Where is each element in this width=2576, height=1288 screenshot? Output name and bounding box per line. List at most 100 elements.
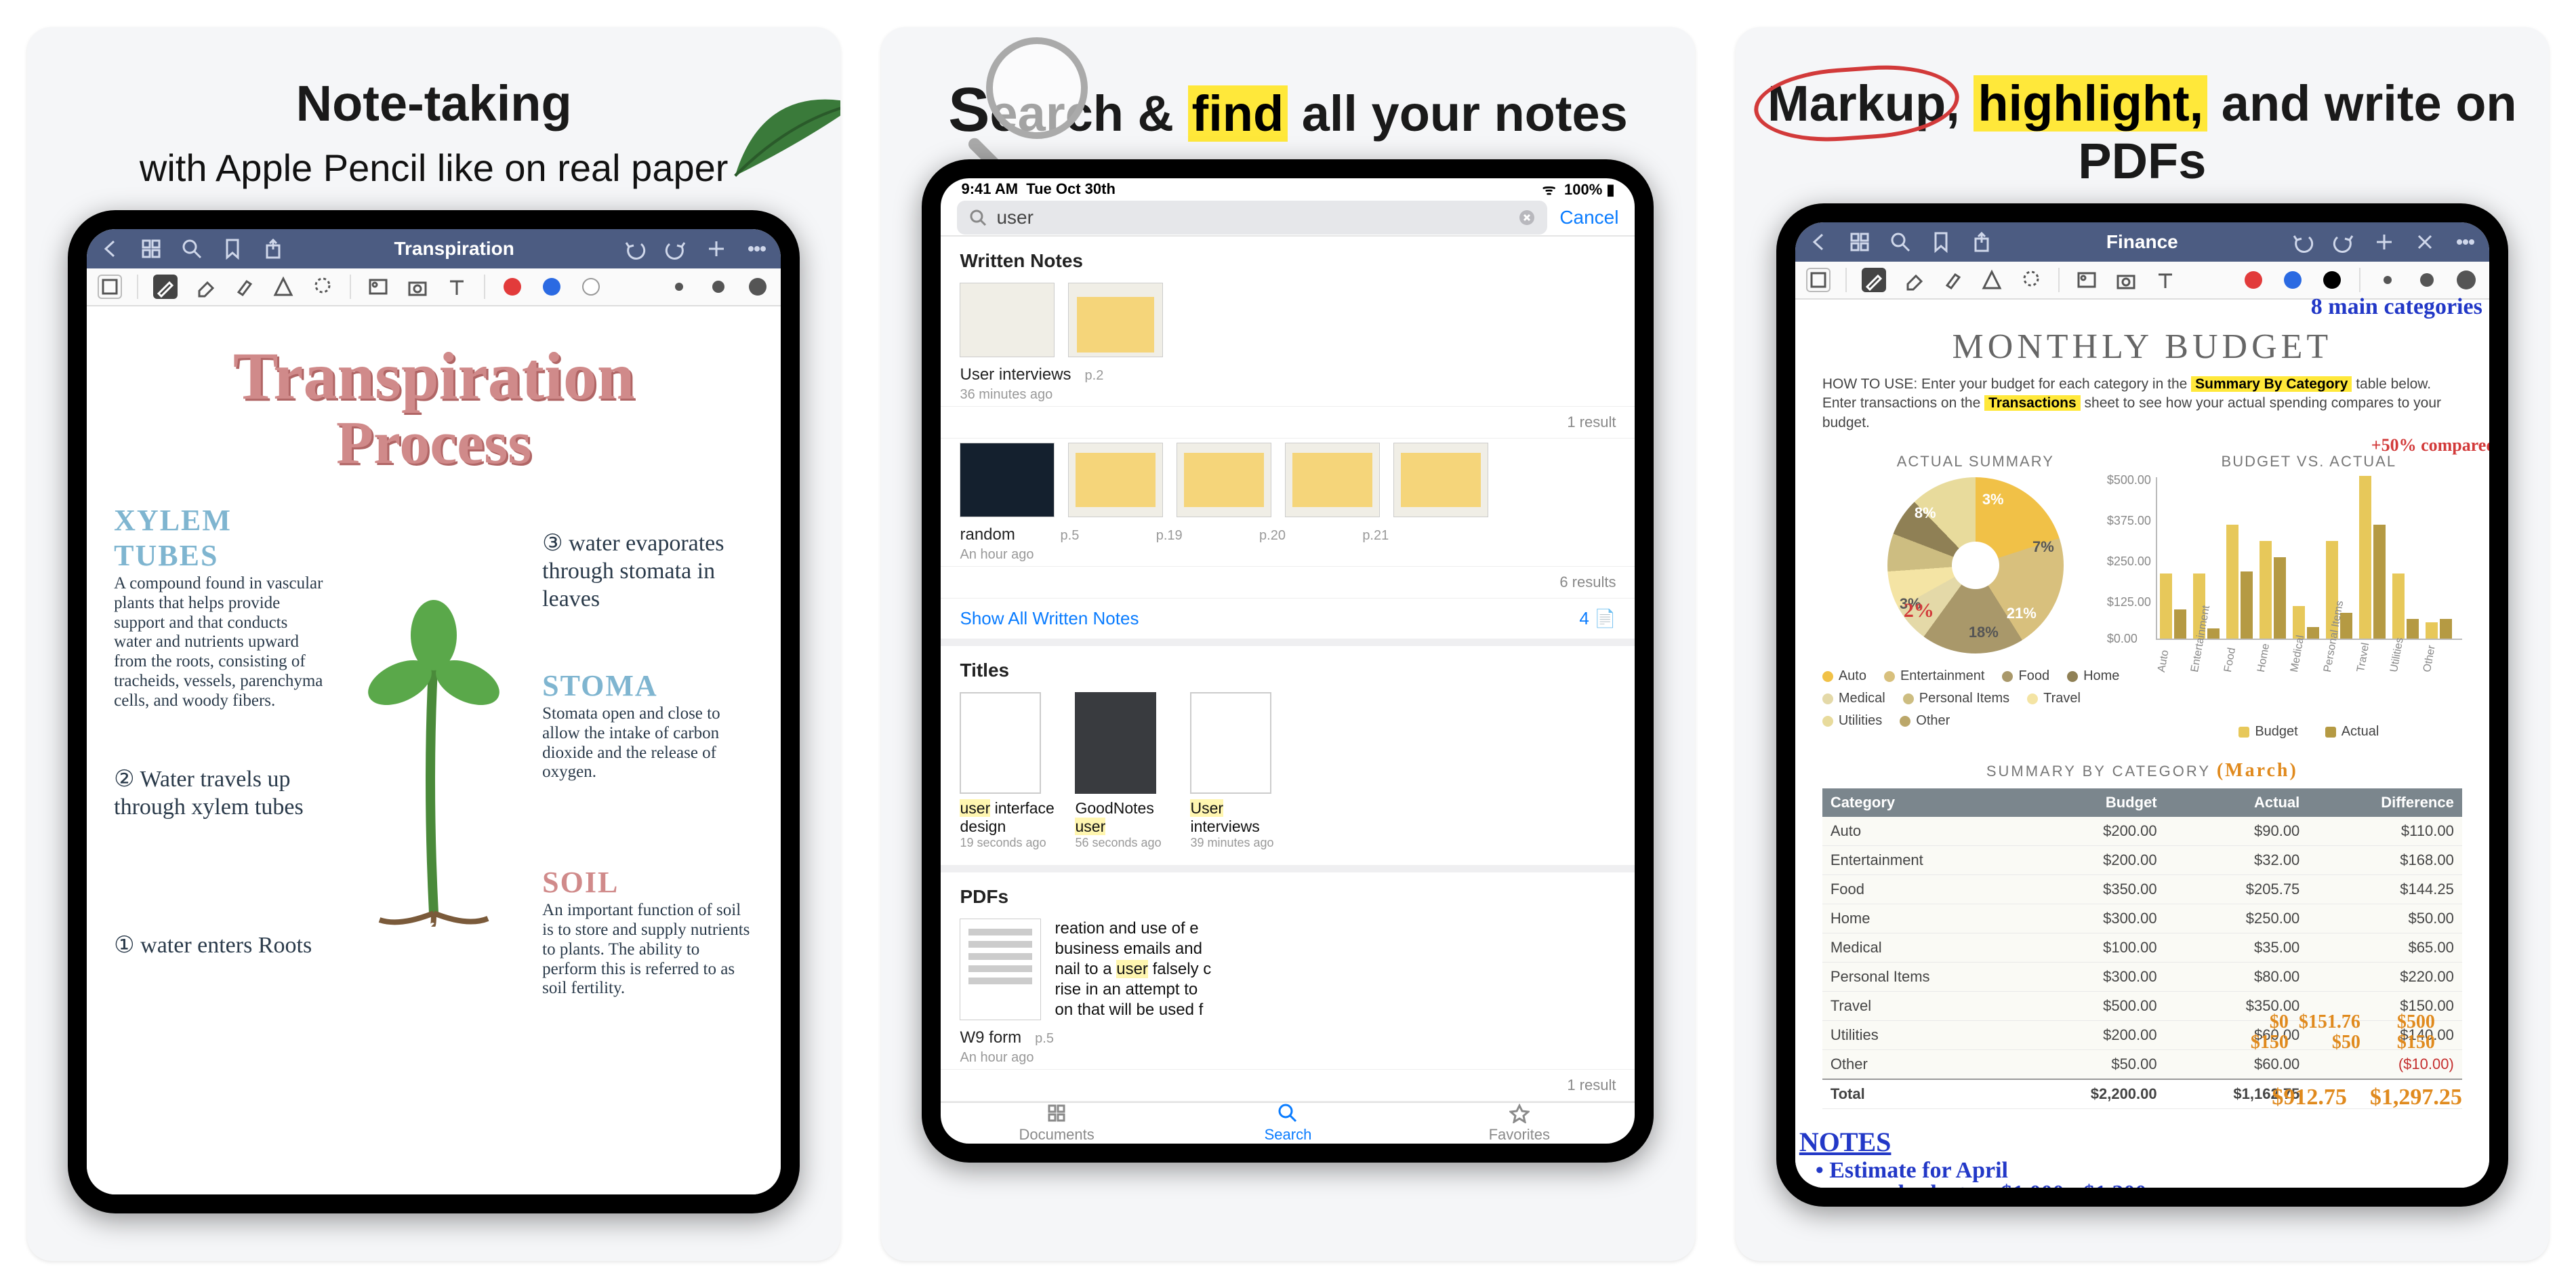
stroke[interactable] [2454,268,2478,292]
tab-documents[interactable]: Documents [941,1103,1172,1144]
plant-drawing [346,503,522,999]
text-tool[interactable] [445,275,469,299]
cancel-button[interactable]: Cancel [1559,207,1618,228]
note-meta[interactable]: User interviews p.2 36 minutes ago [941,361,1635,406]
annotation-notes-heading: NOTES [1799,1126,1892,1158]
eraser-tool[interactable] [192,275,217,299]
title-card[interactable]: user interface design 19 seconds ago [960,692,1061,850]
annotation: $151.76 [2299,1011,2360,1033]
title-card[interactable]: User interviews 39 minutes ago [1190,692,1292,850]
share-icon[interactable] [262,237,285,260]
camera-tool[interactable] [2114,268,2138,292]
back-icon[interactable] [1807,230,1831,254]
stroke-thick[interactable] [745,275,770,299]
title-card[interactable]: GoodNotes user 56 seconds ago [1075,692,1177,850]
annotation: $150 [2397,1032,2435,1053]
pen-tool[interactable] [153,275,178,299]
color-red[interactable] [500,275,525,299]
annotation: $912.75 [2272,1085,2347,1110]
grid-icon[interactable] [1848,230,1871,254]
note-thumb[interactable] [960,443,1055,517]
table-row: Medical$100.00$35.00$65.00 [1822,933,2462,963]
more-icon[interactable] [745,237,769,260]
tab-search[interactable]: Search [1172,1103,1404,1144]
shape-tool[interactable] [271,275,295,299]
stoma-text: Stomata open and close to allow the inta… [542,704,754,782]
stroke-med[interactable] [706,275,731,299]
eraser-tool[interactable] [1901,268,1925,292]
panel-heading: Markup, highlight, and write on PDFs [1736,27,2549,203]
ipad-frame: 9:41 AM Tue Oct 30th ᯤ 100% ▮ user Cance… [922,159,1654,1163]
show-all-button[interactable]: Show All Written Notes 4 📄 [941,599,1635,639]
step-1: ① water enters Roots [114,932,325,960]
doc-title[interactable]: Transpiration [285,238,623,260]
app-titlebar: Transpiration [87,229,781,268]
table-row: Entertainment$200.00$32.00$168.00 [1822,846,2462,875]
highlighter-tool[interactable] [1940,268,1965,292]
undo-icon[interactable] [623,237,647,260]
close-icon[interactable] [2413,230,2436,254]
pdf-howto: HOW TO USE: Enter your budget for each c… [1822,375,2462,432]
drawing-toolbar [87,268,781,306]
table-row: Travel$500.00$350.00$150.00 [1822,992,2462,1021]
section-titles: Titles [941,646,1635,688]
search-input[interactable]: user [957,201,1547,235]
color-blue[interactable] [2281,268,2305,292]
annotation: 8 main categories [2311,296,2482,319]
screenshot-panel-pdf: Markup, highlight, and write on PDFs Fin… [1736,27,2549,1261]
note-thumb[interactable] [1068,283,1163,357]
result-count: 6 results [1559,573,1616,591]
camera-tool[interactable] [405,275,430,299]
add-page-icon[interactable] [705,237,728,260]
bookmark-icon[interactable] [221,237,244,260]
image-tool[interactable] [2074,268,2099,292]
undo-icon[interactable] [2291,230,2314,254]
lasso-tool[interactable] [2019,268,2043,292]
color-red[interactable] [2241,268,2266,292]
color-black[interactable] [579,275,603,299]
ipad-frame: Finance [1776,203,2508,1207]
more-icon[interactable] [2454,230,2477,254]
annotation: +50% compared [2371,435,2489,456]
note-thumb[interactable] [1068,443,1163,517]
lasso-tool[interactable] [310,275,335,299]
annotation: $0 [2270,1011,2289,1033]
text-tool[interactable] [2153,268,2178,292]
stroke-thin[interactable] [667,275,691,299]
search-icon[interactable] [180,237,203,260]
redo-icon[interactable] [2332,230,2355,254]
back-icon[interactable] [99,237,122,260]
search-icon[interactable] [1889,230,1912,254]
note-meta[interactable]: random p.5 p.19 p.20 p.21 An hour ago [941,521,1635,566]
readonly-toggle[interactable] [1806,268,1831,292]
stroke[interactable] [2415,268,2439,292]
readonly-toggle[interactable] [98,275,122,299]
add-page-icon[interactable] [2373,230,2396,254]
pen-tool[interactable] [1862,268,1886,292]
stroke[interactable] [2375,268,2400,292]
pdf-meta[interactable]: W9 form p.5 An hour ago [941,1024,1635,1069]
note-thumb[interactable] [1285,443,1380,517]
share-icon[interactable] [1970,230,1993,254]
pdf-thumb[interactable] [960,919,1041,1020]
highlighter-tool[interactable] [232,275,256,299]
doc-title[interactable]: Finance [1993,231,2291,253]
bar-chart: BUDGET VS. ACTUAL $500.00 $375.00 $250.0… [2156,453,2462,740]
annotation: (March) [2217,760,2298,781]
panel-heading: Note-taking [269,27,599,146]
bookmark-icon[interactable] [1929,230,1953,254]
tab-favorites[interactable]: Favorites [1404,1103,1635,1144]
note-thumb[interactable] [1177,443,1271,517]
redo-icon[interactable] [664,237,687,260]
note-thumb[interactable] [960,283,1055,357]
pdf-canvas[interactable]: 8 main categories MONTHLY BUDGET HOW TO … [1795,300,2489,1188]
note-canvas[interactable]: Transpiration Process XYLEM TUBES A comp… [87,306,781,1194]
color-blue[interactable] [539,275,564,299]
image-tool[interactable] [366,275,390,299]
ipad-frame: Transpiration [68,210,800,1213]
note-thumb[interactable] [1393,443,1488,517]
color-black[interactable] [2320,268,2344,292]
clear-icon[interactable] [1519,209,1535,226]
grid-icon[interactable] [140,237,163,260]
shape-tool[interactable] [1980,268,2004,292]
